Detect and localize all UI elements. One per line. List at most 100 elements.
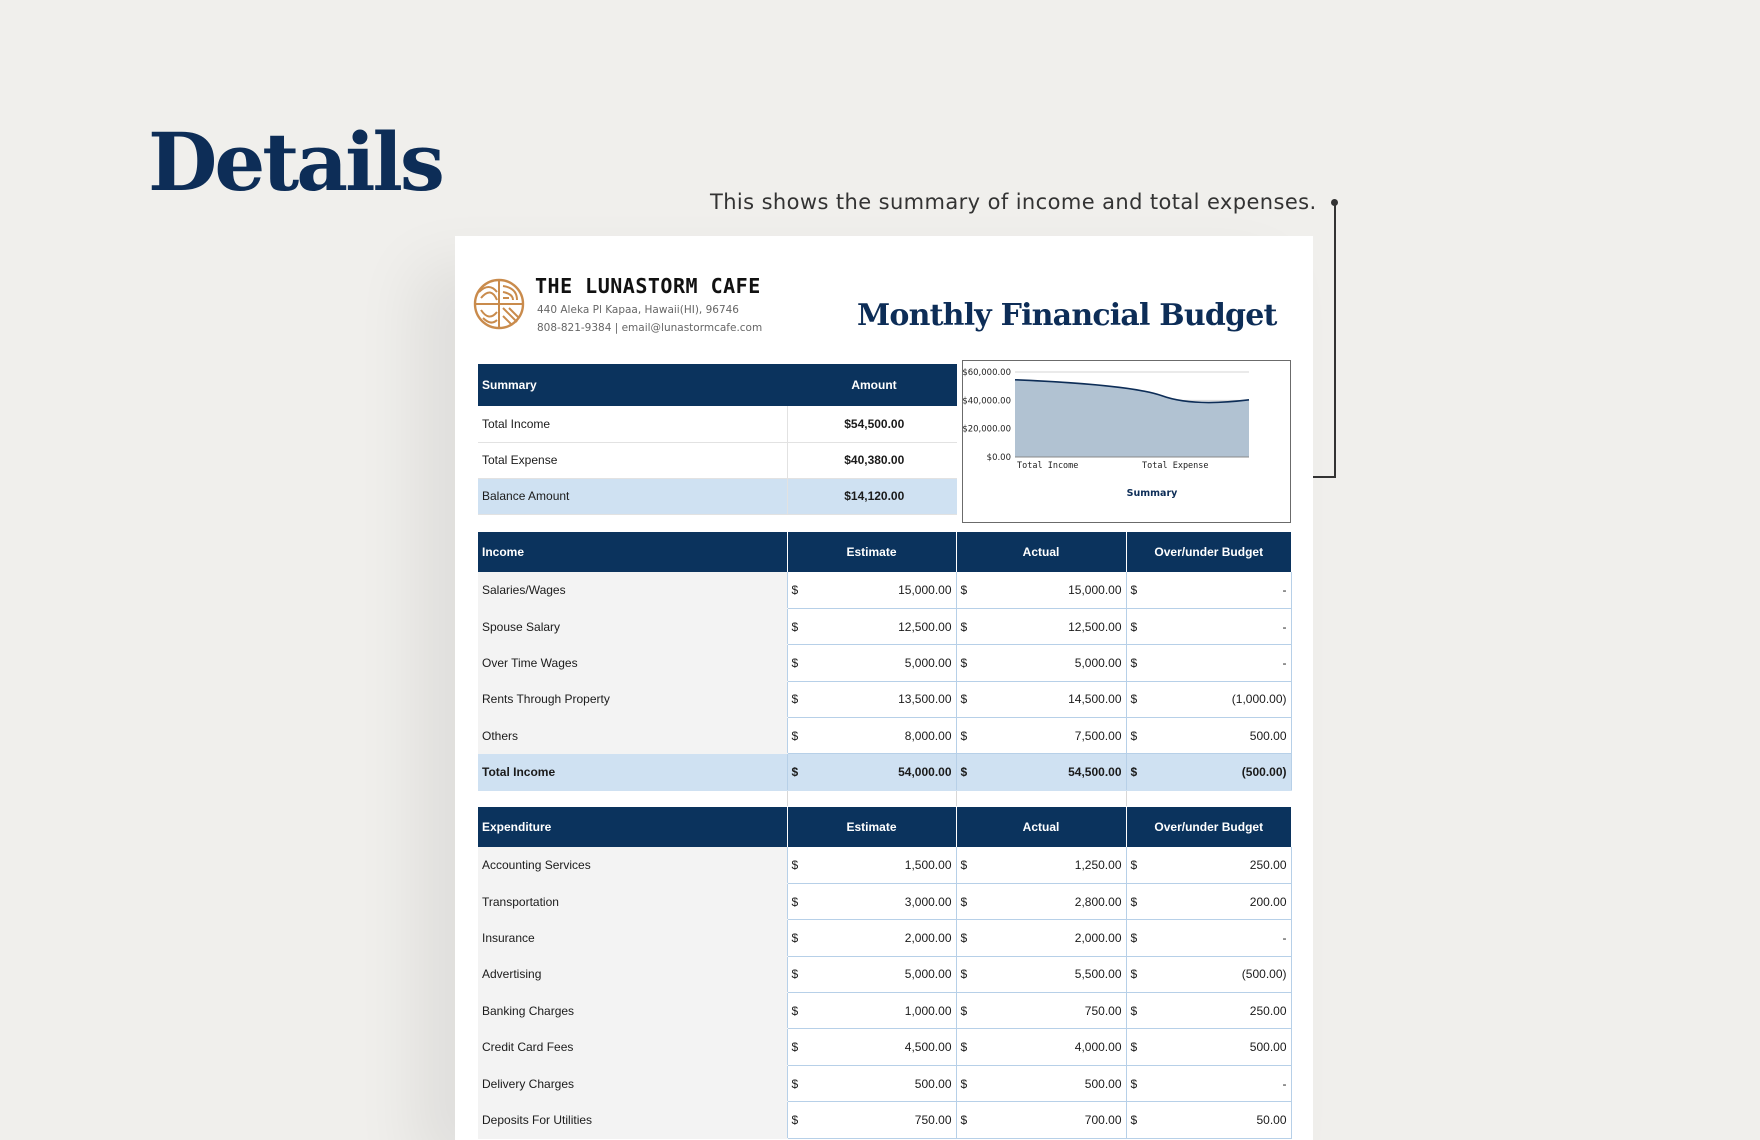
currency-symbol: $ [960, 1003, 968, 1018]
currency-symbol: $ [960, 967, 968, 982]
expenditure-row: Deposits For Utilities $750.00 $700.00 $50.… [478, 1101, 1292, 1139]
currency-symbol: $ [791, 857, 799, 872]
summary-header-label: Summary [478, 364, 787, 406]
income-row: Rents Through Property $13,500.00 $14,500.… [478, 681, 1292, 719]
expenditure-actual: 500.00 [1084, 1076, 1122, 1091]
callout-connector [1334, 203, 1336, 477]
summary-label: Balance Amount [478, 478, 787, 515]
income-actual: 14,500.00 [1068, 692, 1122, 707]
income-label: Spouse Salary [478, 608, 788, 646]
expenditure-over: - [1282, 930, 1287, 945]
table-spacer-row [478, 790, 1291, 807]
expenditure-estimate: 2,000.00 [904, 930, 952, 945]
currency-symbol: $ [791, 894, 799, 909]
expenditure-row: Credit Card Fees $4,500.00 $4,000.00 $500.0… [478, 1028, 1292, 1066]
summary-chart: $0.00 $20,000.00 $40,000.00 $60,000.00 Total… [962, 360, 1291, 523]
income-total-over: (500.00) [1241, 765, 1287, 780]
income-over: - [1282, 655, 1287, 670]
chart-xlabel: Summary [1127, 488, 1178, 499]
expenditure-estimate: 1,000.00 [904, 1003, 952, 1018]
chart-ytick-label: $20,000.00 [963, 425, 1011, 435]
currency-symbol: $ [1130, 1112, 1138, 1127]
income-estimate: 12,500.00 [898, 619, 952, 634]
company-name: THE LUNASTORM CAFE [535, 274, 761, 298]
currency-symbol: $ [1130, 1076, 1138, 1091]
expenditure-row: Advertising $5,000.00 $5,500.00 $ (500.00) [478, 956, 1292, 994]
income-actual: 12,500.00 [1068, 619, 1122, 634]
expenditure-estimate: 3,000.00 [904, 894, 952, 909]
currency-symbol: $ [960, 1112, 968, 1127]
chart-xtick-label: Total Expense [1142, 461, 1209, 471]
currency-symbol: $ [1130, 765, 1138, 780]
expenditure-actual: 1,250.00 [1074, 857, 1122, 872]
summary-label: Total Income [478, 406, 787, 443]
expenditure-estimate: 750.00 [914, 1112, 952, 1127]
summary-header-amount: Amount [787, 364, 957, 406]
expenditure-label: Credit Card Fees [478, 1028, 788, 1066]
currency-symbol: $ [960, 619, 968, 634]
income-row: Others $8,000.00 $7,500.00 $500.00 [478, 717, 1292, 755]
expenditure-estimate: 5,000.00 [904, 967, 952, 982]
expenditure-row: Banking Charges $1,000.00 $750.00 $250.00 [478, 992, 1292, 1030]
currency-symbol: $ [1130, 1040, 1138, 1055]
expenditure-over: 250.00 [1249, 1003, 1287, 1018]
income-actual: 7,500.00 [1074, 728, 1122, 743]
expenditure-estimate: 4,500.00 [904, 1040, 952, 1055]
expenditure-over: 250.00 [1249, 857, 1287, 872]
currency-symbol: $ [960, 1076, 968, 1091]
expenditure-row: Accounting Services $1,500.00 $1,250.00 $25… [478, 847, 1292, 884]
company-contact: 808-821-9384 | email@lunastormcafe.com [537, 322, 763, 334]
income-table: Income Estimate Actual Over/under Budget… [478, 532, 1292, 807]
expenditure-header-over: Over/under Budget [1126, 807, 1291, 847]
currency-symbol: $ [791, 619, 799, 634]
income-total-estimate: 54,000.00 [898, 765, 952, 780]
income-row: Salaries/Wages $15,000.00 $15,000.00 $ - [478, 572, 1292, 609]
income-actual: 5,000.00 [1074, 655, 1122, 670]
expenditure-label: Delivery Charges [478, 1065, 788, 1103]
expenditure-actual: 750.00 [1084, 1003, 1122, 1018]
expenditure-label: Insurance [478, 919, 788, 957]
summary-row: Total Income $54,500.00 [478, 406, 957, 443]
summary-label: Total Expense [478, 442, 787, 479]
currency-symbol: $ [791, 582, 799, 597]
currency-symbol: $ [1130, 728, 1138, 743]
chart-area-fill [1015, 379, 1249, 457]
budget-sheet: THE LUNASTORM CAFE 440 Aleka Pl Kapaa, H… [455, 236, 1313, 1140]
currency-symbol: $ [1130, 582, 1138, 597]
expenditure-label: Accounting Services [478, 847, 788, 884]
income-over: - [1282, 619, 1287, 634]
expenditure-row: Insurance $2,000.00 $2,000.00 $ - [478, 919, 1292, 957]
summary-row: Total Expense $40,380.00 [478, 442, 957, 479]
income-label: Salaries/Wages [478, 572, 788, 609]
summary-amount: $40,380.00 [786, 442, 957, 479]
income-actual: 15,000.00 [1068, 582, 1122, 597]
expenditure-table: Expenditure Estimate Actual Over/under B… [478, 807, 1292, 1139]
chart-ytick-label: $40,000.00 [963, 396, 1011, 406]
income-estimate: 13,500.00 [898, 692, 952, 707]
income-label: Others [478, 717, 788, 755]
currency-symbol: $ [791, 655, 799, 670]
income-header-label: Income [478, 532, 788, 572]
currency-symbol: $ [791, 728, 799, 743]
document-title: Monthly Financial Budget [857, 298, 1277, 333]
income-row: Spouse Salary $12,500.00 $12,500.00 $ - [478, 608, 1292, 646]
currency-symbol: $ [960, 765, 968, 780]
income-estimate: 8,000.00 [904, 728, 952, 743]
expenditure-over: 200.00 [1249, 894, 1287, 909]
currency-symbol: $ [791, 765, 799, 780]
currency-symbol: $ [960, 692, 968, 707]
cafe-logo-icon [473, 278, 525, 330]
income-header-over: Over/under Budget [1126, 532, 1291, 572]
summary-chart-svg: $0.00 $20,000.00 $40,000.00 $60,000.00 Total… [963, 368, 1250, 499]
income-row: Over Time Wages $5,000.00 $5,000.00 $ - [478, 644, 1292, 682]
expenditure-estimate: 500.00 [914, 1076, 952, 1091]
expenditure-header-actual: Actual [956, 807, 1127, 847]
expenditure-over: (500.00) [1241, 967, 1287, 982]
income-label: Over Time Wages [478, 644, 788, 682]
income-estimate: 5,000.00 [904, 655, 952, 670]
summary-row-balance: Balance Amount $14,120.00 [478, 478, 957, 515]
income-total-actual: 54,500.00 [1068, 765, 1122, 780]
summary-amount: $14,120.00 [786, 478, 957, 515]
income-header-estimate: Estimate [787, 532, 957, 572]
income-over: (1,000.00) [1231, 692, 1287, 707]
